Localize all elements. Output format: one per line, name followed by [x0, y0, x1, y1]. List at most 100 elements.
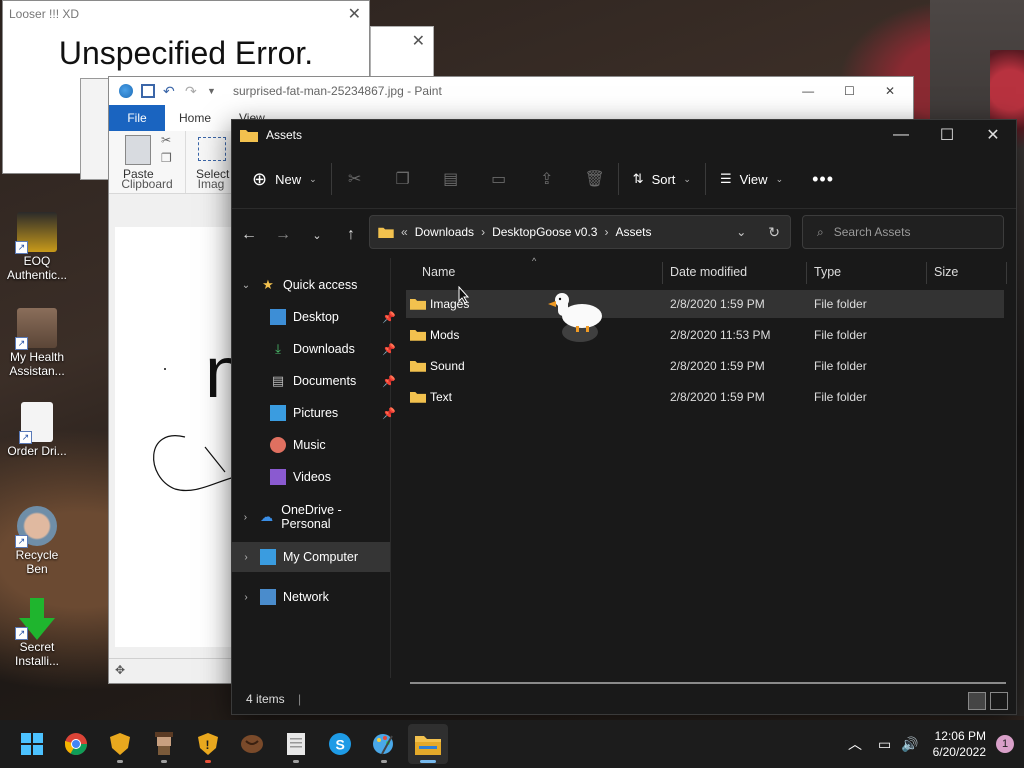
- more-options-icon[interactable]: •••: [812, 169, 834, 190]
- details-view-icon[interactable]: [968, 692, 986, 710]
- column-divider[interactable]: [662, 262, 663, 284]
- column-divider[interactable]: [926, 262, 927, 284]
- desktop-icon-eoq[interactable]: ↗ EOQ Authentic...: [4, 212, 70, 282]
- file-row-mods[interactable]: Mods 2/8/2020 11:53 PM File folder: [406, 321, 1004, 349]
- cut-icon[interactable]: ✂: [346, 170, 364, 188]
- new-button[interactable]: ⊕ New ⌄: [252, 169, 317, 190]
- tab-home[interactable]: Home: [165, 111, 225, 125]
- nav-my-computer[interactable]: › My Computer: [232, 542, 390, 572]
- paint-canvas[interactable]: n: [115, 227, 245, 647]
- close-icon[interactable]: ✕: [885, 84, 895, 98]
- chevron-down-icon[interactable]: ⌄: [232, 280, 260, 291]
- tiles-view-icon[interactable]: [990, 692, 1008, 710]
- skype-icon[interactable]: S: [320, 724, 360, 764]
- horizontal-scrollbar[interactable]: [410, 682, 1006, 684]
- share-icon[interactable]: ⇪: [538, 170, 556, 188]
- minimize-icon[interactable]: —: [802, 84, 814, 98]
- coffee-icon[interactable]: [232, 724, 272, 764]
- column-date-modified[interactable]: Date modified: [670, 265, 747, 279]
- chevron-right-icon[interactable]: ›: [481, 225, 485, 239]
- column-divider[interactable]: [1006, 262, 1007, 284]
- sort-button[interactable]: ⇅ Sort ⌄: [633, 171, 691, 187]
- desktop-icon-order[interactable]: ↗ Order Dri...: [4, 402, 70, 458]
- close-icon[interactable]: ✕: [348, 4, 361, 24]
- paint-icon[interactable]: [364, 724, 404, 764]
- warning-shield-icon[interactable]: !: [188, 724, 228, 764]
- save-icon[interactable]: [141, 84, 155, 98]
- nav-quick-access[interactable]: ⌄ ★ Quick access: [232, 270, 390, 300]
- forward-icon[interactable]: →: [266, 226, 300, 244]
- chevron-down-icon[interactable]: ▼: [207, 84, 221, 98]
- notification-badge[interactable]: 1: [996, 735, 1014, 753]
- maximize-icon[interactable]: ☐: [924, 120, 970, 150]
- nav-videos[interactable]: Videos: [232, 462, 400, 492]
- column-divider[interactable]: [806, 262, 807, 284]
- chevron-down-icon[interactable]: ⌄: [736, 225, 746, 239]
- pin-icon[interactable]: 📌: [382, 407, 396, 420]
- breadcrumb-desktopgoose[interactable]: DesktopGoose v0.3: [492, 225, 597, 239]
- redo-icon[interactable]: ↷: [185, 84, 199, 98]
- clock[interactable]: 12:06 PM 6/20/2022: [933, 728, 986, 760]
- network-icon[interactable]: ▭: [878, 736, 891, 753]
- column-type[interactable]: Type: [814, 265, 841, 279]
- chevron-right-icon[interactable]: ›: [604, 225, 608, 239]
- nav-pictures[interactable]: Pictures 📌: [232, 398, 400, 428]
- notepad-icon[interactable]: [276, 724, 316, 764]
- search-box[interactable]: ⌕ Search Assets: [802, 215, 1004, 249]
- column-name[interactable]: Name: [422, 265, 455, 279]
- up-icon[interactable]: ↑: [334, 226, 368, 244]
- file-row-sound[interactable]: Sound 2/8/2020 1:59 PM File folder: [406, 352, 1004, 380]
- rename-icon[interactable]: ▭: [490, 170, 508, 188]
- tab-file[interactable]: File: [109, 105, 165, 131]
- paste-icon[interactable]: ▤: [442, 170, 460, 188]
- overflow-chevron-icon[interactable]: «: [401, 225, 408, 239]
- address-bar[interactable]: « Downloads › DesktopGoose v0.3 › Assets…: [369, 215, 791, 249]
- background-window[interactable]: ✕: [370, 26, 434, 80]
- chevron-up-icon[interactable]: ︿: [848, 734, 862, 754]
- search-input[interactable]: Search Assets: [834, 225, 911, 239]
- breadcrumb-downloads[interactable]: Downloads: [415, 225, 474, 239]
- desktop-icon-secret-installer[interactable]: ↗ Secret Installi...: [4, 598, 70, 668]
- chrome-icon[interactable]: [56, 724, 96, 764]
- pin-icon[interactable]: 📌: [382, 375, 396, 388]
- file-explorer-icon[interactable]: [408, 724, 448, 764]
- copy-icon[interactable]: ❐: [161, 151, 172, 165]
- nav-music[interactable]: Music: [232, 430, 400, 460]
- chevron-right-icon[interactable]: ›: [232, 592, 260, 603]
- minimize-icon[interactable]: —: [878, 120, 924, 150]
- delete-icon[interactable]: 🗑: [585, 170, 605, 188]
- cut-icon[interactable]: ✂: [161, 133, 171, 147]
- file-row-text[interactable]: Text 2/8/2020 1:59 PM File folder: [406, 383, 1004, 411]
- character-icon[interactable]: [144, 724, 184, 764]
- refresh-icon[interactable]: ↻: [768, 224, 780, 241]
- nav-downloads[interactable]: ⤓ Downloads 📌: [232, 334, 400, 364]
- view-button[interactable]: ☰ View ⌄: [720, 171, 783, 187]
- chevron-right-icon[interactable]: ›: [232, 552, 260, 563]
- select-icon[interactable]: [198, 137, 226, 161]
- column-size[interactable]: Size: [934, 265, 958, 279]
- paste-icon[interactable]: [125, 135, 151, 165]
- desktop-icon-health-assistant[interactable]: ↗ My Health Assistan...: [4, 308, 70, 378]
- nav-onedrive[interactable]: › ☁ OneDrive - Personal: [232, 502, 390, 532]
- file-explorer-window[interactable]: Assets — ☐ ✕ ⊕ New ⌄ ✂ ❐ ▤ ▭ ⇪ 🗑 ⇅ Sort …: [232, 120, 1016, 714]
- start-icon[interactable]: [12, 724, 52, 764]
- nav-network[interactable]: › Network: [232, 582, 390, 612]
- recent-locations-icon[interactable]: ⌄: [300, 229, 334, 242]
- close-icon[interactable]: ✕: [371, 27, 433, 55]
- close-icon[interactable]: ✕: [970, 120, 1016, 150]
- volume-icon[interactable]: 🔊: [901, 736, 918, 753]
- copy-icon[interactable]: ❐: [394, 170, 412, 188]
- desktop-icon-recycle-bin[interactable]: ↗ Recycle Ben: [4, 506, 70, 576]
- file-name: Mods: [430, 328, 460, 342]
- nav-desktop[interactable]: Desktop 📌: [232, 302, 400, 332]
- file-row-images[interactable]: Images 2/8/2020 1:59 PM File folder: [406, 290, 1004, 318]
- pin-icon[interactable]: 📌: [382, 311, 396, 324]
- back-icon[interactable]: ←: [232, 226, 266, 244]
- nav-documents[interactable]: ▤ Documents 📌: [232, 366, 400, 396]
- maximize-icon[interactable]: ☐: [844, 84, 855, 98]
- undo-icon[interactable]: ↶: [163, 84, 177, 98]
- pin-icon[interactable]: 📌: [382, 343, 396, 356]
- shield-icon[interactable]: [100, 724, 140, 764]
- breadcrumb-assets[interactable]: Assets: [615, 225, 651, 239]
- chevron-right-icon[interactable]: ›: [232, 512, 259, 523]
